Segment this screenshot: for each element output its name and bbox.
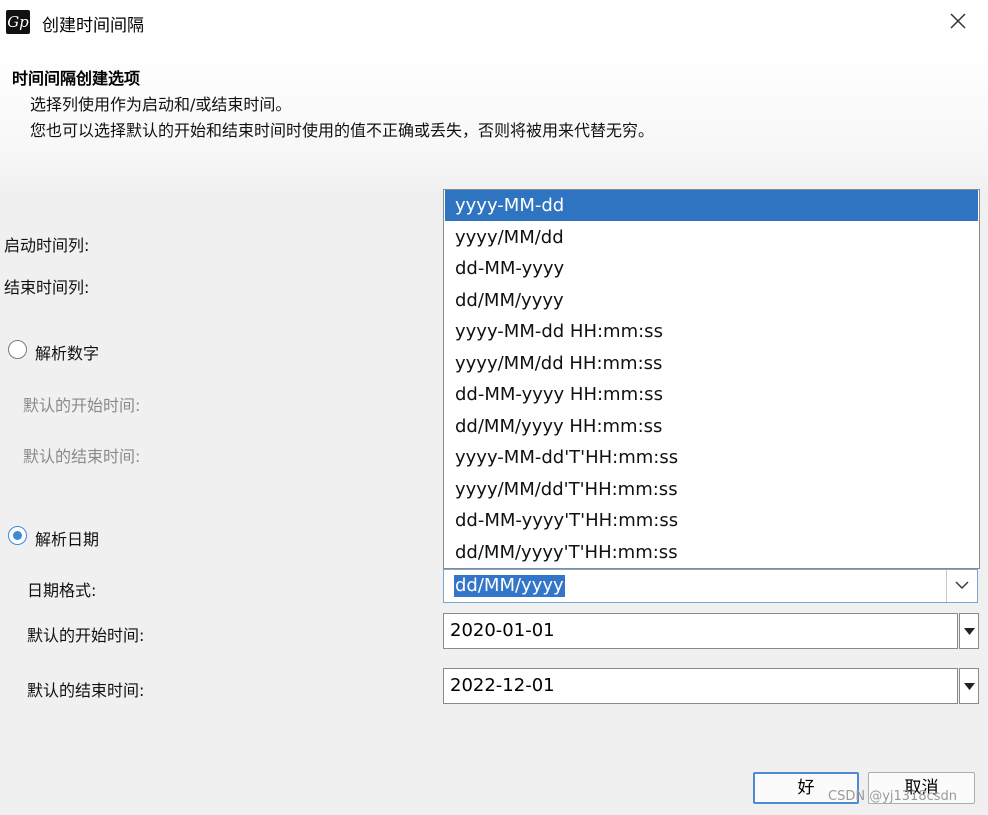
- dropdown-option[interactable]: yyyy/MM/dd'T'HH:mm:ss: [445, 474, 978, 505]
- dropdown-option[interactable]: yyyy-MM-dd'T'HH:mm:ss: [445, 442, 978, 473]
- date-default-end-label: 默认的结束时间:: [27, 681, 145, 700]
- watermark: CSDN @yj1318csdn: [828, 789, 957, 804]
- dropdown-option[interactable]: yyyy/MM/dd: [445, 222, 978, 253]
- close-icon: [950, 13, 966, 29]
- parse-number-label[interactable]: 解析数字: [35, 340, 99, 364]
- dropdown-option[interactable]: yyyy-MM-dd HH:mm:ss: [445, 316, 978, 347]
- number-default-start-label: 默认的开始时间:: [23, 396, 141, 415]
- dropdown-option[interactable]: yyyy/MM/dd HH:mm:ss: [445, 348, 978, 379]
- header-title: 时间间隔创建选项: [12, 69, 141, 88]
- header-description-line-2: 您也可以选择默认的开始和结束时间时使用的值不正确或丢失，否则将被用来代替无穷。: [30, 121, 655, 140]
- end-column-label: 结束时间列:: [4, 278, 90, 297]
- start-column-label: 启动时间列:: [4, 236, 90, 255]
- window-title: 创建时间间隔: [42, 16, 144, 36]
- dropdown-option[interactable]: dd/MM/yyyy HH:mm:ss: [445, 411, 978, 442]
- default-end-date-field[interactable]: 2022-12-01: [443, 668, 958, 704]
- date-format-value[interactable]: dd/MM/yyyy: [454, 575, 565, 597]
- title-bar: Gp 创建时间间隔: [0, 0, 988, 44]
- default-start-date-picker-button[interactable]: [959, 613, 979, 649]
- dropdown-option[interactable]: dd-MM-yyyy'T'HH:mm:ss: [445, 505, 978, 536]
- date-format-dropdown-button[interactable]: [946, 570, 977, 602]
- default-start-date-field[interactable]: 2020-01-01: [443, 613, 958, 649]
- app-logo-icon: Gp: [6, 10, 30, 34]
- dropdown-option[interactable]: yyyy-MM-dd: [445, 190, 978, 221]
- dropdown-option[interactable]: dd-MM-yyyy: [445, 253, 978, 284]
- header-description-line-1: 选择列使用作为启动和/或结束时间。: [30, 95, 292, 114]
- close-button[interactable]: [942, 6, 974, 36]
- date-format-dropdown-list[interactable]: yyyy-MM-dd yyyy/MM/dd dd-MM-yyyy dd/MM/y…: [443, 189, 980, 569]
- parse-date-radio[interactable]: [8, 526, 27, 545]
- number-default-end-label: 默认的结束时间:: [23, 447, 141, 466]
- caret-down-icon: [964, 628, 975, 635]
- dropdown-option[interactable]: dd-MM-yyyy HH:mm:ss: [445, 379, 978, 410]
- dropdown-option[interactable]: dd/MM/yyyy'T'HH:mm:ss: [445, 537, 978, 568]
- parse-number-radio[interactable]: [8, 340, 27, 359]
- chevron-down-icon: [955, 581, 969, 589]
- date-default-start-label: 默认的开始时间:: [27, 626, 145, 645]
- date-format-label: 日期格式:: [27, 581, 97, 600]
- dropdown-option[interactable]: dd/MM/yyyy: [445, 285, 978, 316]
- date-format-combobox[interactable]: dd/MM/yyyy: [443, 569, 978, 603]
- default-end-date-picker-button[interactable]: [959, 668, 979, 704]
- parse-date-label[interactable]: 解析日期: [35, 526, 99, 550]
- caret-down-icon: [964, 683, 975, 690]
